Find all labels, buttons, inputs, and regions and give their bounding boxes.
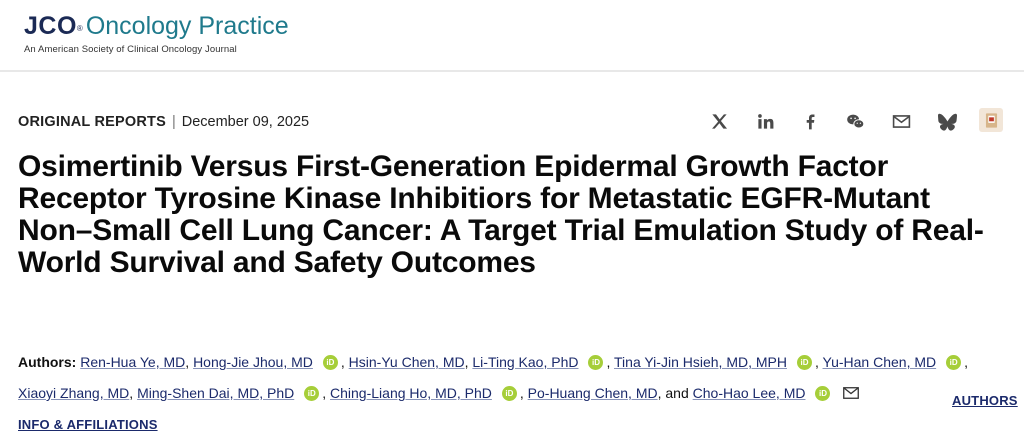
orcid-icon[interactable]: iD	[815, 386, 831, 401]
author-link[interactable]: Cho-Hao Lee, MD	[693, 385, 806, 401]
orcid-icon[interactable]: iD	[322, 355, 338, 370]
author-conjunction: , and	[657, 385, 689, 401]
logo-registered-mark: ®	[76, 24, 83, 33]
logo-title: JCO® Oncology Practice	[24, 12, 289, 40]
authors-label: Authors:	[18, 354, 77, 370]
authors-affiliations-link-part2[interactable]: INFO & AFFILIATIONS	[18, 409, 158, 434]
author-link[interactable]: Ren-Hua Ye, MD	[80, 354, 185, 370]
orcid-icon[interactable]: iD	[946, 355, 962, 370]
logo-jco: JCO	[24, 12, 77, 40]
linkedin-icon[interactable]	[752, 108, 778, 134]
author-separator: ,	[185, 354, 190, 370]
mendeley-icon[interactable]	[979, 108, 1003, 132]
orcid-icon[interactable]: iD	[501, 386, 517, 401]
author-separator: ,	[519, 385, 524, 401]
author-separator: ,	[464, 354, 469, 370]
authors-affiliations-link-part1[interactable]: AUTHORS	[952, 385, 1018, 416]
wechat-icon[interactable]	[842, 108, 868, 134]
logo-journal-name: Oncology Practice	[85, 12, 289, 40]
author-separator: ,	[606, 354, 611, 370]
author-link[interactable]: Ching-Liang Ho, MD, PhD	[330, 385, 492, 401]
author-link[interactable]: Tina Yi-Jin Hsieh, MD, MPH	[614, 354, 787, 370]
author-separator: ,	[814, 354, 819, 370]
orcid-icon[interactable]: iD	[304, 386, 320, 401]
facebook-icon[interactable]	[797, 108, 823, 134]
author-link[interactable]: Xiaoyi Zhang, MD	[18, 385, 129, 401]
author-link[interactable]: Ming-Shen Dai, MD, PhD	[137, 385, 294, 401]
author-separator: ,	[322, 385, 327, 401]
author-link[interactable]: Li-Ting Kao, PhD	[472, 354, 578, 370]
logo-subtitle: An American Society of Clinical Oncology…	[24, 44, 237, 55]
article-meta: ORIGINAL REPORTS | December 09, 2025	[18, 113, 309, 131]
share-toolbar	[704, 108, 1024, 134]
author-link[interactable]: Po-Huang Chen, MD	[528, 385, 658, 401]
author-separator: ,	[964, 354, 969, 370]
meta-separator: |	[171, 114, 176, 130]
article-type[interactable]: ORIGINAL REPORTS	[18, 114, 166, 130]
x-icon[interactable]	[706, 108, 732, 134]
publication-date: December 09, 2025	[181, 114, 310, 130]
author-link[interactable]: Hong-Jie Jhou, MD	[193, 354, 313, 370]
author-separator: ,	[340, 354, 345, 370]
author-link[interactable]: Hsin-Yu Chen, MD	[349, 354, 465, 370]
bluesky-icon[interactable]	[934, 108, 960, 134]
author-separator: ,	[129, 385, 134, 401]
orcid-icon[interactable]: iD	[588, 355, 604, 370]
article-title: Osimertinib Versus First-Generation Epid…	[18, 150, 984, 279]
email-icon[interactable]	[843, 379, 860, 410]
orcid-icon[interactable]: iD	[796, 355, 812, 370]
journal-logo[interactable]: JCO® Oncology Practice An American Societ…	[24, 12, 289, 55]
author-link[interactable]: Yu-Han Chen, MD	[823, 354, 937, 370]
email-icon[interactable]	[888, 108, 914, 134]
authors-block: Authors: Ren-Hua Ye, MD, Hong-Jie Jhou, …	[18, 347, 1018, 432]
site-header: JCO® Oncology Practice An American Societ…	[0, 0, 1024, 72]
